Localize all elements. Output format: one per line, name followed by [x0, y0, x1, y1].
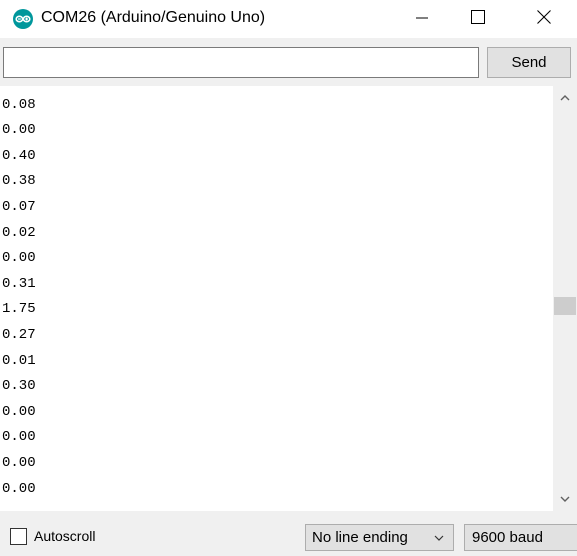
output-line: 0.00: [2, 122, 36, 139]
output-line: 0.01: [2, 352, 36, 369]
send-button[interactable]: Send: [487, 47, 571, 78]
chevron-down-icon: [560, 496, 570, 502]
maximize-button[interactable]: [455, 0, 501, 34]
minimize-button[interactable]: [399, 0, 445, 34]
chevron-up-icon: [560, 95, 570, 101]
serial-output: 0.17 0.08 0.00 0.40 0.38 0.07 0.02 0.00 0.31 1.75…: [0, 86, 577, 511]
output-line: 0.30: [2, 378, 36, 395]
output-line: 0.40: [2, 147, 36, 164]
output-line: 0.00: [2, 250, 36, 267]
output-line: 0.38: [2, 173, 36, 190]
serial-input[interactable]: [3, 47, 479, 78]
close-button[interactable]: [521, 0, 567, 34]
scroll-down-button[interactable]: [553, 487, 577, 511]
output-line: 0.02: [2, 224, 36, 241]
output-line: 0.07: [2, 198, 36, 215]
line-ending-dropdown[interactable]: No line ending: [305, 524, 454, 551]
send-bar: Send: [0, 38, 577, 86]
output-line: 0.00: [2, 454, 36, 471]
baud-rate-dropdown[interactable]: 9600 baud: [464, 524, 577, 551]
output-line: 0.27: [2, 326, 36, 343]
output-line: 0.00: [2, 480, 36, 497]
chevron-down-icon: [434, 535, 444, 541]
maximize-icon: [471, 10, 485, 24]
autoscroll-checkbox[interactable]: [10, 528, 27, 545]
arduino-logo-icon: [13, 9, 33, 29]
line-ending-value: No line ending: [312, 529, 408, 546]
scroll-up-button[interactable]: [553, 86, 577, 110]
close-icon: [537, 10, 551, 24]
output-lines: 0.17 0.08 0.00 0.40 0.38 0.07 0.02 0.00 0.31 1.75…: [0, 86, 553, 502]
output-line: 0.17: [0, 86, 553, 93]
minimize-icon: [416, 17, 428, 19]
title-bar: COM26 (Arduino/Genuino Uno): [0, 0, 577, 38]
vertical-scrollbar[interactable]: [553, 86, 577, 511]
output-line: 0.00: [2, 429, 36, 446]
autoscroll-label[interactable]: Autoscroll: [34, 527, 95, 545]
output-line: 1.75: [2, 301, 36, 318]
scroll-thumb[interactable]: [554, 297, 576, 315]
output-line: 0.31: [2, 275, 36, 292]
window-title: COM26 (Arduino/Genuino Uno): [41, 9, 266, 26]
baud-rate-value: 9600 baud: [472, 529, 543, 546]
output-line: 0.08: [2, 96, 36, 113]
footer-bar: Autoscroll No line ending 9600 baud: [0, 511, 577, 556]
output-line: 0.00: [2, 403, 36, 420]
